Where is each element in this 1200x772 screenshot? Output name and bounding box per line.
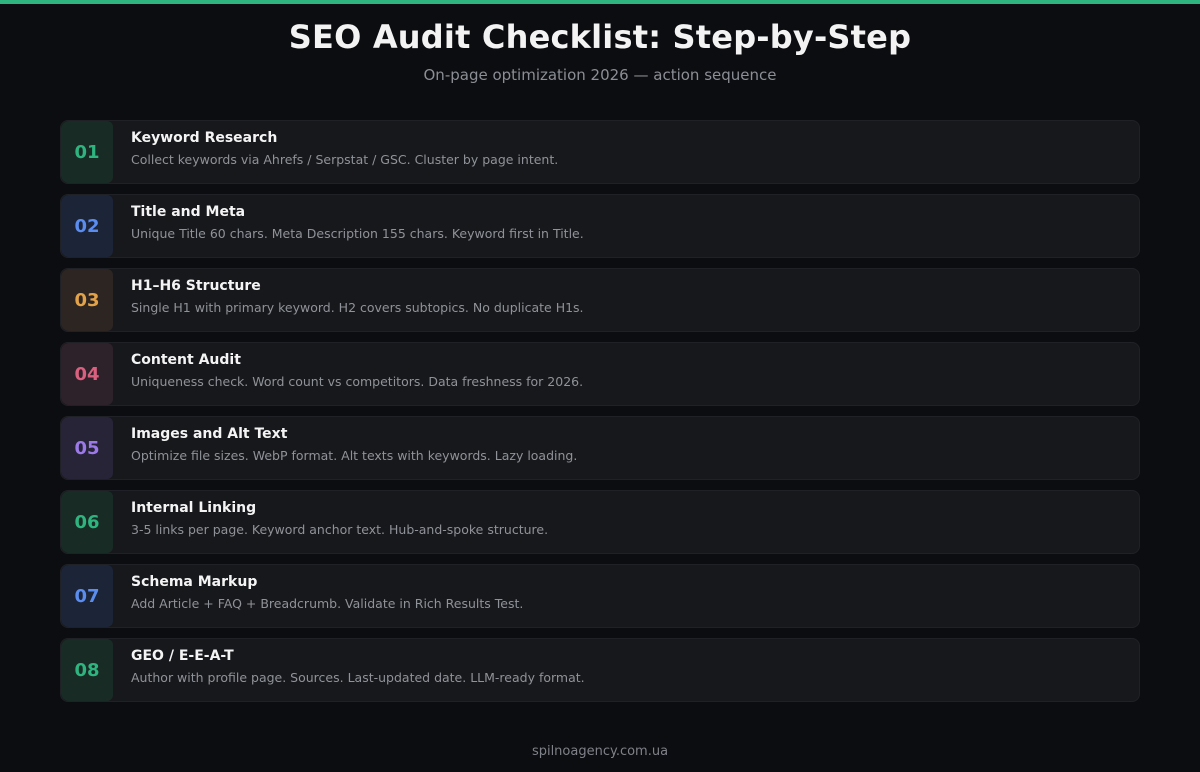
step-number-badge: 08 — [61, 639, 113, 701]
page-subtitle: On-page optimization 2026 — action seque… — [423, 66, 777, 84]
step-title: Keyword Research — [131, 130, 278, 146]
step-title: H1–H6 Structure — [131, 278, 261, 294]
step-description: Single H1 with primary keyword. H2 cover… — [131, 300, 584, 315]
step-number-badge: 03 — [61, 269, 113, 331]
top-accent-bar — [0, 0, 1200, 4]
step-description: Uniqueness check. Word count vs competit… — [131, 374, 584, 389]
checklist-step: 06 Internal Linking 3-5 links per page. … — [60, 490, 1140, 554]
checklist: 01 Keyword Research Collect keywords via… — [60, 120, 1140, 712]
step-number-badge: 01 — [61, 121, 113, 183]
checklist-step: 02 Title and Meta Unique Title 60 chars.… — [60, 194, 1140, 258]
checklist-step: 04 Content Audit Uniqueness check. Word … — [60, 342, 1140, 406]
checklist-step: 08 GEO / E-E-A-T Author with profile pag… — [60, 638, 1140, 702]
step-description: Unique Title 60 chars. Meta Description … — [131, 226, 584, 241]
step-title: Images and Alt Text — [131, 426, 288, 442]
checklist-step: 01 Keyword Research Collect keywords via… — [60, 120, 1140, 184]
checklist-step: 05 Images and Alt Text Optimize file siz… — [60, 416, 1140, 480]
checklist-step: 03 H1–H6 Structure Single H1 with primar… — [60, 268, 1140, 332]
step-number-badge: 06 — [61, 491, 113, 553]
step-title: Title and Meta — [131, 204, 246, 220]
step-number-badge: 07 — [61, 565, 113, 627]
step-description: Optimize file sizes. WebP format. Alt te… — [131, 448, 578, 463]
step-title: GEO / E-E-A-T — [131, 648, 234, 664]
footer-website: spilnoagency.com.ua — [531, 744, 669, 759]
step-title: Internal Linking — [131, 500, 257, 516]
step-number-badge: 05 — [61, 417, 113, 479]
page-title: SEO Audit Checklist: Step-by-Step — [288, 18, 912, 56]
step-description: Add Article + FAQ + Breadcrumb. Validate… — [131, 596, 524, 611]
step-description: Author with profile page. Sources. Last-… — [131, 670, 585, 685]
step-number-badge: 02 — [61, 195, 113, 257]
checklist-step: 07 Schema Markup Add Article + FAQ + Bre… — [60, 564, 1140, 628]
step-number-badge: 04 — [61, 343, 113, 405]
step-title: Schema Markup — [131, 574, 258, 590]
step-description: 3-5 links per page. Keyword anchor text.… — [131, 522, 549, 537]
step-title: Content Audit — [131, 352, 241, 368]
step-description: Collect keywords via Ahrefs / Serpstat /… — [131, 152, 559, 167]
